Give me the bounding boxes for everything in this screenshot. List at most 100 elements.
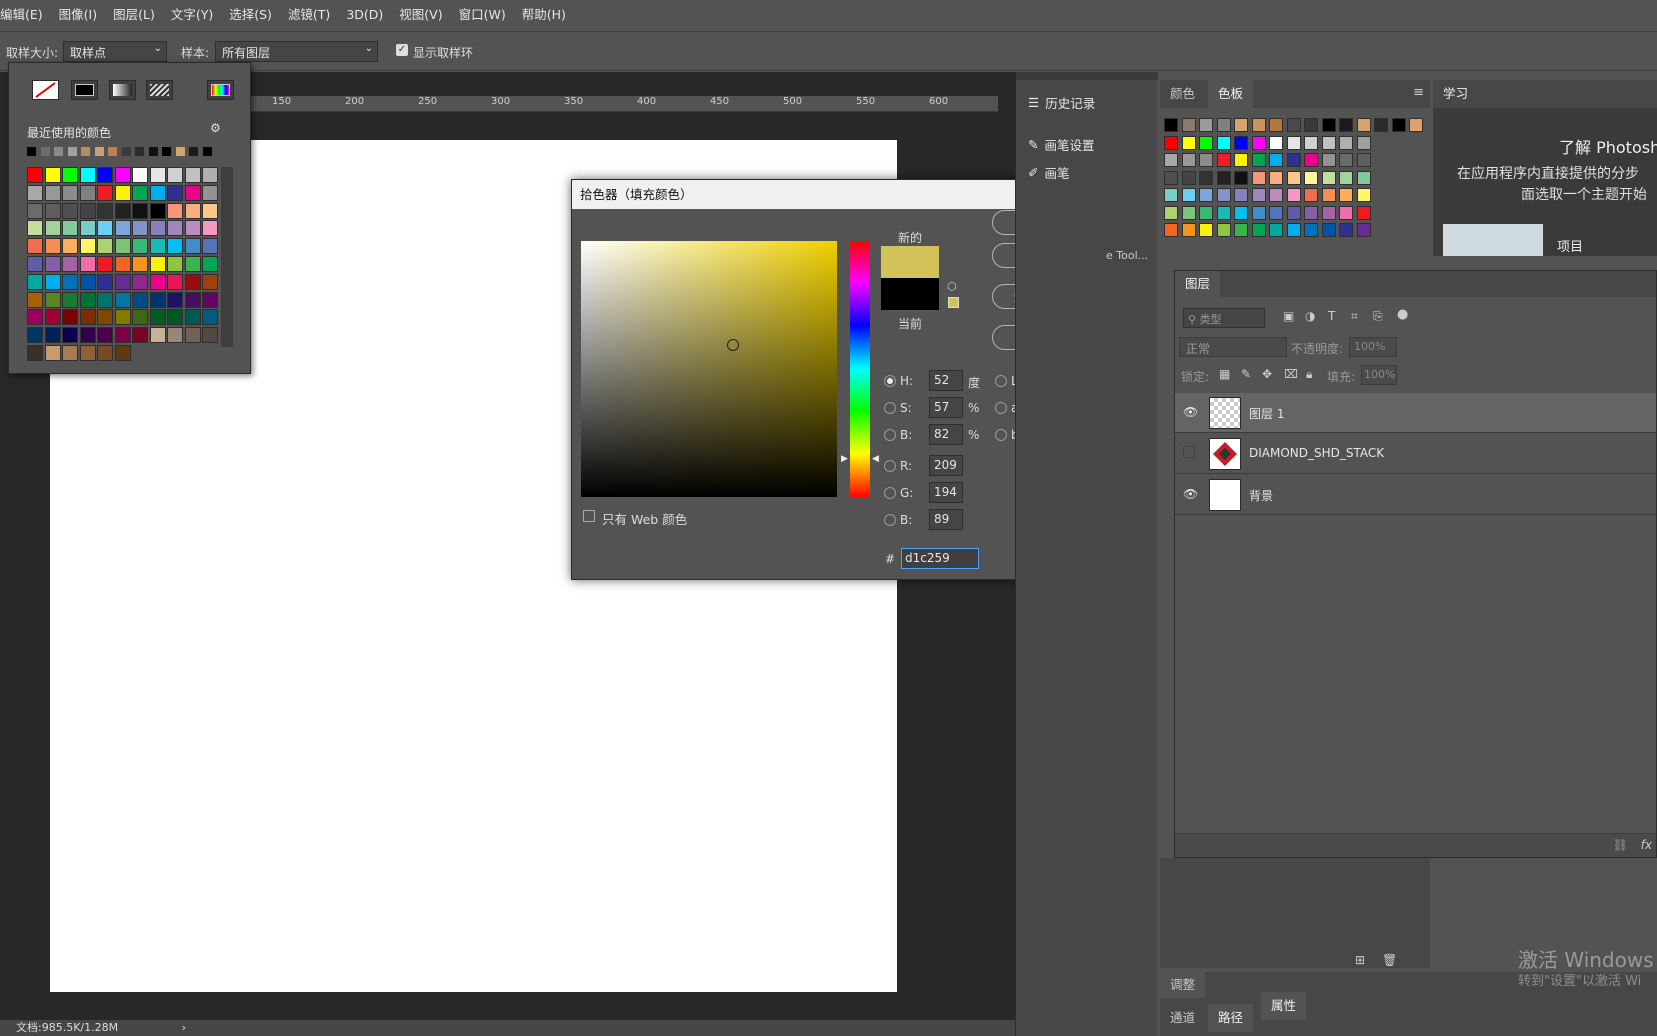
swatch-cell[interactable]	[1356, 135, 1371, 150]
swatch-cell[interactable]	[27, 327, 43, 344]
swatch-cell[interactable]	[79, 327, 96, 344]
swatch-cell[interactable]	[114, 220, 131, 237]
swatch-cell[interactable]	[1251, 170, 1266, 185]
swatch-cell[interactable]	[149, 202, 166, 219]
layer-row[interactable]: 👁︎ 背景	[1175, 475, 1656, 515]
swatch-cell[interactable]	[27, 238, 43, 255]
lock-pixels-icon[interactable]: ✎	[1241, 367, 1251, 381]
menu-item[interactable]: 图像(I)	[51, 0, 105, 30]
swatch-cell[interactable]	[132, 238, 148, 255]
swatch-cell[interactable]	[27, 256, 43, 272]
swatch-cell[interactable]	[62, 256, 78, 272]
swatch-cell[interactable]	[79, 220, 96, 237]
swatch-cell[interactable]	[1356, 223, 1371, 237]
swatch-cell[interactable]	[1286, 205, 1301, 220]
menu-item[interactable]: 文字(Y)	[163, 0, 221, 30]
swatch-cell[interactable]	[1181, 223, 1196, 237]
swatch-cell[interactable]	[1269, 223, 1283, 237]
swatch-cell[interactable]	[44, 256, 61, 272]
swatch-cell[interactable]	[1304, 135, 1318, 150]
swatch-scrollbar[interactable]	[221, 167, 233, 347]
panel-collapse-bar[interactable]	[1016, 72, 1158, 80]
swatch-cell[interactable]	[97, 256, 113, 272]
b-radio[interactable]	[995, 429, 1007, 441]
swatch-cell[interactable]	[62, 238, 78, 255]
swatch-cell[interactable]	[114, 327, 131, 344]
swatch-cell[interactable]	[149, 273, 166, 290]
link-icon[interactable]: ⛓︎	[1613, 838, 1628, 852]
swatch-cell[interactable]	[79, 309, 96, 326]
g-radio[interactable]	[884, 487, 896, 499]
swatch-cell[interactable]	[1286, 118, 1301, 132]
swatch-cell[interactable]	[27, 202, 43, 219]
type-filter-icon[interactable]: T	[1328, 309, 1335, 323]
swatch-cell[interactable]	[1409, 118, 1423, 132]
swatch-cell[interactable]	[202, 184, 218, 201]
swatch-cell[interactable]	[27, 345, 43, 361]
swatch-cell[interactable]	[27, 220, 43, 237]
swatch-cell[interactable]	[62, 220, 78, 237]
swatch-cell[interactable]	[27, 167, 43, 183]
swatch-cell[interactable]	[1356, 188, 1371, 202]
recent-color-swatch[interactable]	[108, 147, 117, 156]
swatch-cell[interactable]	[62, 327, 78, 344]
swatch-cell[interactable]	[79, 202, 96, 219]
swatch-cell[interactable]	[1181, 118, 1196, 132]
swatch-cell[interactable]	[167, 309, 183, 326]
swatch-cell[interactable]	[202, 167, 218, 183]
bv-radio[interactable]	[884, 429, 896, 441]
recent-color-swatch[interactable]	[148, 147, 158, 156]
swatch-cell[interactable]	[184, 184, 201, 201]
swatch-cell[interactable]	[167, 184, 183, 201]
swatch-cell[interactable]	[1181, 170, 1196, 185]
swatch-cell[interactable]	[1269, 118, 1283, 132]
h-field[interactable]: 52	[929, 370, 963, 391]
tab-adjustments[interactable]: 调整	[1160, 972, 1206, 998]
swatch-cell[interactable]	[1339, 135, 1353, 150]
recent-color-swatch[interactable]	[135, 147, 144, 156]
swatch-cell[interactable]	[97, 291, 113, 308]
swatch-cell[interactable]	[1356, 170, 1371, 185]
swatch-cell[interactable]	[1164, 205, 1178, 220]
tab-paths[interactable]: 路径	[1208, 1004, 1254, 1032]
swatch-cell[interactable]	[1374, 118, 1388, 132]
swatch-cell[interactable]	[202, 309, 218, 326]
swatch-cell[interactable]	[149, 220, 166, 237]
recent-color-swatch[interactable]	[189, 147, 198, 156]
swatch-cell[interactable]	[149, 309, 166, 326]
recent-color-swatch[interactable]	[81, 147, 90, 156]
swatch-cell[interactable]	[62, 345, 78, 361]
swatch-cell[interactable]	[97, 327, 113, 344]
swatch-cell[interactable]	[1164, 135, 1178, 150]
swatch-cell[interactable]	[132, 327, 148, 344]
swatch-cell[interactable]	[114, 202, 131, 219]
swatch-cell[interactable]	[1199, 170, 1213, 185]
swatch-cell[interactable]	[167, 291, 183, 308]
menu-item[interactable]: 帮助(H)	[514, 0, 574, 30]
web-only-checkbox[interactable]	[583, 510, 595, 522]
swatch-cell[interactable]	[97, 202, 113, 219]
swatch-cell[interactable]	[97, 184, 113, 201]
recent-color-swatch[interactable]	[121, 147, 131, 156]
swatch-cell[interactable]	[1181, 205, 1196, 220]
tab-swatches[interactable]: 色板	[1208, 80, 1254, 108]
menu-item[interactable]: 编辑(E)	[0, 0, 51, 30]
swatch-cell[interactable]	[97, 220, 113, 237]
swatch-cell[interactable]	[149, 184, 166, 201]
swatch-cell[interactable]	[1234, 153, 1248, 167]
swatch-cell[interactable]	[97, 345, 113, 361]
swatch-cell[interactable]	[27, 309, 43, 326]
swatch-cell[interactable]	[97, 309, 113, 326]
color-cursor-icon[interactable]	[727, 339, 739, 351]
tab-layers[interactable]: 图层	[1175, 271, 1221, 297]
swatch-cell[interactable]	[62, 291, 78, 308]
swatch-cell[interactable]	[149, 256, 166, 272]
swatch-cell[interactable]	[132, 167, 148, 183]
swatch-cell[interactable]	[1234, 223, 1248, 237]
swatch-cell[interactable]	[1251, 188, 1266, 202]
swatch-cell[interactable]	[44, 167, 61, 183]
swatch-cell[interactable]	[1181, 135, 1196, 150]
swatch-cell[interactable]	[1216, 205, 1231, 220]
swatch-cell[interactable]	[202, 291, 218, 308]
swatch-cell[interactable]	[27, 273, 43, 290]
